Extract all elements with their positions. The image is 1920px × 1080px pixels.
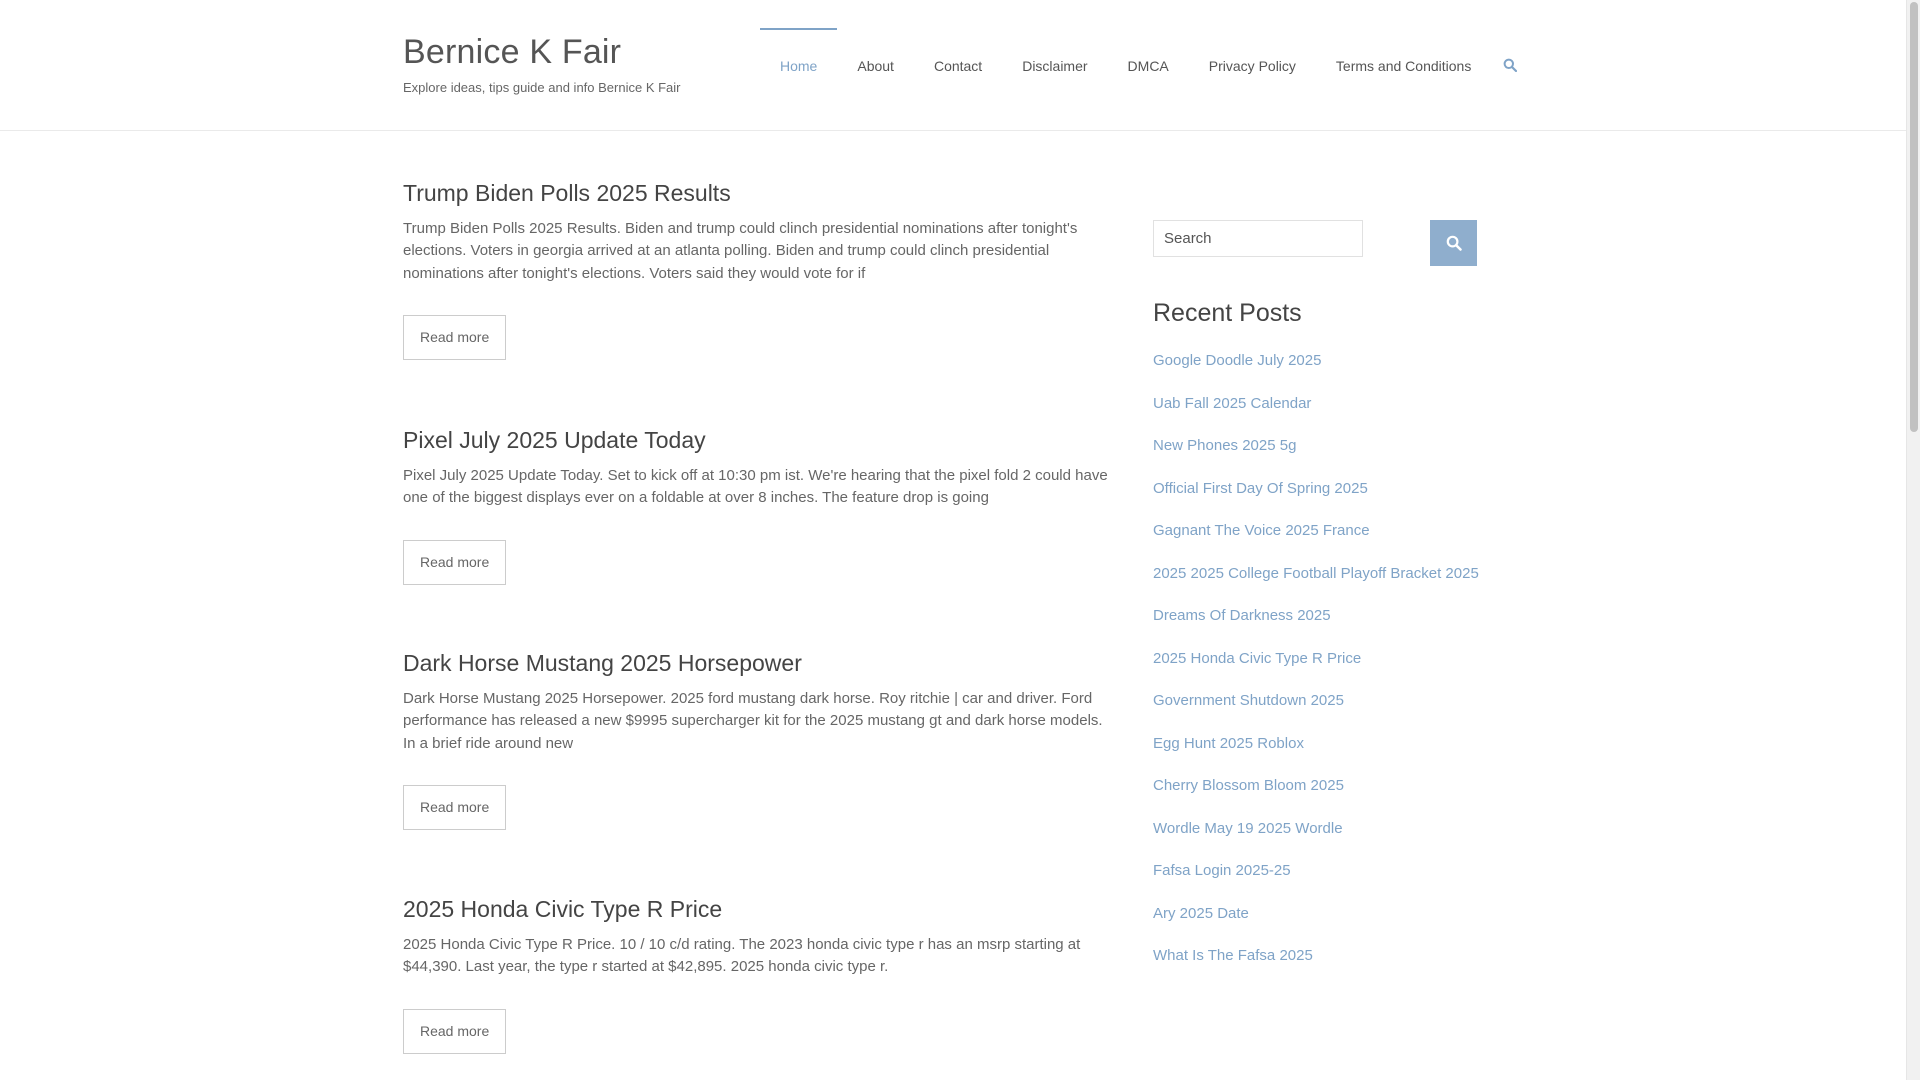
nav-item-privacy-policy[interactable]: Privacy Policy bbox=[1189, 28, 1316, 102]
post-title[interactable]: Dark Horse Mustang 2025 Horsepower bbox=[403, 650, 1113, 678]
read-more-button[interactable]: Read more bbox=[403, 539, 507, 585]
nav-item-home[interactable]: Home bbox=[760, 28, 838, 102]
recent-post-link[interactable]: Government Shutdown 2025 bbox=[1153, 680, 1513, 723]
search-icon bbox=[1503, 58, 1518, 72]
read-more-button[interactable]: Read more bbox=[403, 785, 507, 831]
post-title[interactable]: Trump Biden Polls 2025 Results bbox=[403, 180, 1113, 208]
recent-post-link[interactable]: Official First Day Of Spring 2025 bbox=[1153, 468, 1513, 511]
recent-post-link[interactable]: New Phones 2025 5g bbox=[1153, 425, 1513, 468]
post-title[interactable]: Pixel July 2025 Update Today bbox=[403, 427, 1113, 455]
recent-post-link[interactable]: Google Doodle July 2025 bbox=[1153, 340, 1513, 383]
read-more-button[interactable]: Read more bbox=[403, 1008, 507, 1054]
post-excerpt: Pixel July 2025 Update Today. Set to kic… bbox=[403, 466, 1108, 507]
recent-post-link[interactable]: Egg Hunt 2025 Roblox bbox=[1153, 723, 1513, 766]
search-input[interactable] bbox=[1153, 220, 1363, 257]
nav-item-terms[interactable]: Terms and Conditions bbox=[1316, 28, 1491, 102]
read-more-button[interactable]: Read more bbox=[403, 315, 507, 361]
recent-post-link[interactable]: Cherry Blossom Bloom 2025 bbox=[1153, 765, 1513, 808]
post-item: Trump Biden Polls 2025 Results Trump Bid… bbox=[403, 180, 1113, 427]
recent-posts-title: Recent Posts bbox=[1153, 299, 1302, 327]
site-description: Explore ideas, tips guide and info Berni… bbox=[403, 80, 681, 95]
post-title[interactable]: 2025 Honda Civic Type R Price bbox=[403, 896, 1113, 924]
nav-item-dmca[interactable]: DMCA bbox=[1108, 28, 1189, 102]
nav-item-disclaimer[interactable]: Disclaimer bbox=[1002, 28, 1107, 102]
post-item: Dark Horse Mustang 2025 Horsepower Dark … bbox=[403, 650, 1113, 896]
site-header: Bernice K Fair Explore ideas, tips guide… bbox=[0, 0, 1906, 131]
page-scrollbar[interactable] bbox=[1906, 0, 1920, 1080]
nav-search-toggle[interactable] bbox=[1491, 28, 1527, 102]
recent-post-link[interactable]: What Is The Fafsa 2025 bbox=[1153, 935, 1513, 978]
recent-posts-list: Google Doodle July 2025 Uab Fall 2025 Ca… bbox=[1153, 340, 1513, 978]
post-list: Trump Biden Polls 2025 Results Trump Bid… bbox=[403, 180, 1113, 1076]
recent-post-link[interactable]: Gagnant The Voice 2025 France bbox=[1153, 510, 1513, 553]
post-item: 2025 Honda Civic Type R Price 2025 Honda… bbox=[403, 896, 1113, 1076]
sidebar-search bbox=[1153, 220, 1513, 266]
recent-post-link[interactable]: 2025 2025 College Football Playoff Brack… bbox=[1153, 553, 1513, 596]
nav-item-about[interactable]: About bbox=[837, 28, 914, 102]
recent-post-link[interactable]: Wordle May 19 2025 Wordle bbox=[1153, 808, 1513, 851]
sidebar: Recent Posts Google Doodle July 2025 Uab… bbox=[1153, 220, 1513, 978]
recent-post-link[interactable]: Dreams Of Darkness 2025 bbox=[1153, 595, 1513, 638]
recent-post-link[interactable]: Ary 2025 Date bbox=[1153, 893, 1513, 936]
recent-post-link[interactable]: Fafsa Login 2025-25 bbox=[1153, 850, 1513, 893]
main-nav: Home About Contact Disclaimer DMCA Priva… bbox=[760, 28, 1527, 102]
scrollbar-thumb[interactable] bbox=[1910, 2, 1918, 432]
recent-post-link[interactable]: 2025 Honda Civic Type R Price bbox=[1153, 638, 1513, 681]
nav-item-contact[interactable]: Contact bbox=[914, 28, 1002, 102]
post-item: Pixel July 2025 Update Today Pixel July … bbox=[403, 427, 1113, 650]
site-title[interactable]: Bernice K Fair bbox=[403, 33, 621, 72]
search-icon bbox=[1446, 235, 1462, 251]
post-excerpt: Trump Biden Polls 2025 Results. Biden an… bbox=[403, 219, 1078, 282]
recent-post-link[interactable]: Uab Fall 2025 Calendar bbox=[1153, 383, 1513, 426]
search-button[interactable] bbox=[1430, 220, 1477, 266]
post-excerpt: 2025 Honda Civic Type R Price. 10 / 10 c… bbox=[403, 935, 1081, 976]
post-excerpt: Dark Horse Mustang 2025 Horsepower. 2025… bbox=[403, 689, 1103, 752]
